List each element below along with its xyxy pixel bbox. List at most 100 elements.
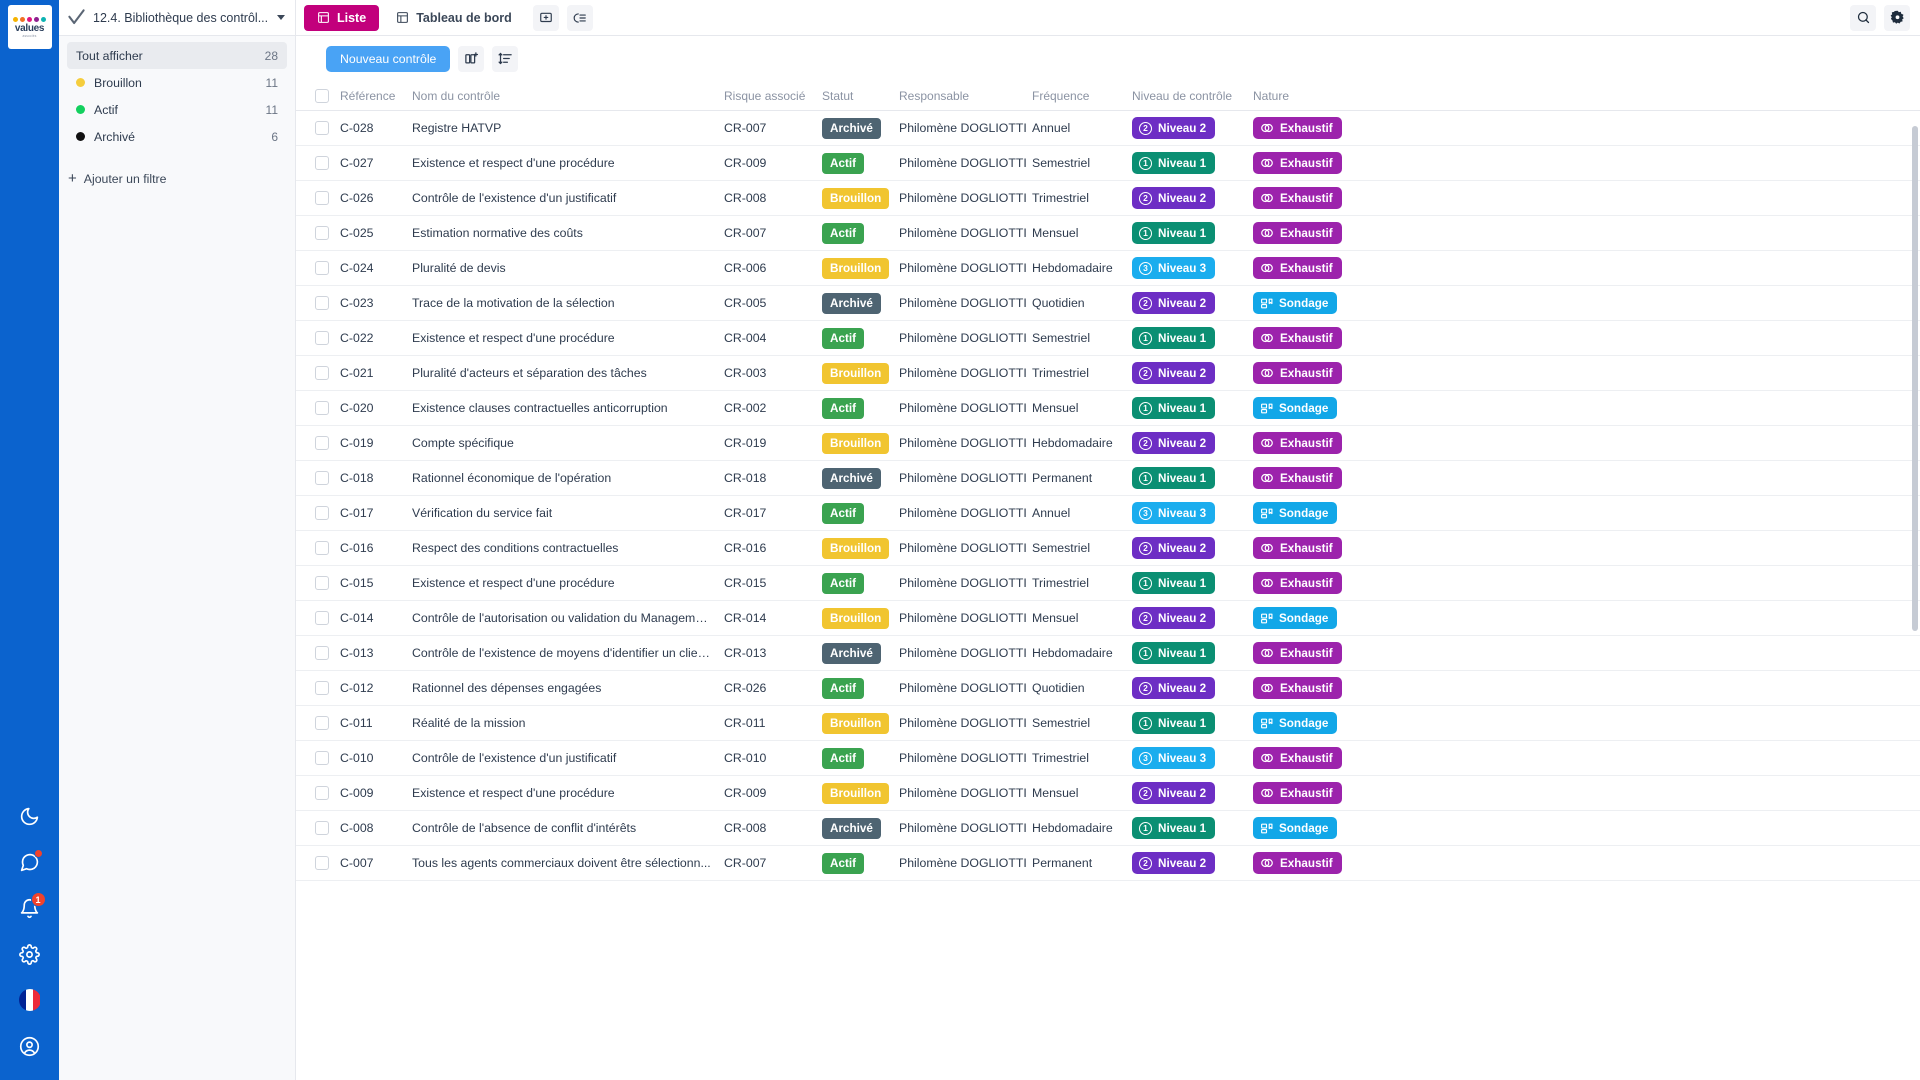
table-row[interactable]: C-015 Existence et respect d'une procédu…	[296, 566, 1920, 601]
table-row[interactable]: C-024 Pluralité de devis CR-006 Brouillo…	[296, 251, 1920, 286]
table-row[interactable]: C-020 Existence clauses contractuelles a…	[296, 391, 1920, 426]
niveau-badge-label: Niveau 1	[1158, 716, 1207, 730]
search-button[interactable]	[1850, 4, 1876, 31]
row-checkbox[interactable]	[315, 576, 329, 590]
column-header-reference[interactable]: Référence	[340, 89, 412, 103]
cell-risque: CR-011	[724, 716, 766, 730]
row-checkbox[interactable]	[315, 121, 329, 135]
niveau-number-icon: 3	[1139, 751, 1152, 765]
row-checkbox[interactable]	[315, 331, 329, 345]
scrollbar-thumb[interactable]	[1912, 126, 1918, 631]
niveau-number-icon: 3	[1139, 261, 1152, 275]
sidebar-item-count: 11	[265, 75, 278, 90]
niveau-badge: 3 Niveau 3	[1132, 257, 1216, 279]
table-row[interactable]: C-025 Estimation normative des coûts CR-…	[296, 216, 1920, 251]
notifications-button[interactable]: 1	[10, 888, 50, 928]
sidebar-item-label: Archivé	[94, 129, 136, 144]
table-row[interactable]: C-008 Contrôle de l'absence de conflit d…	[296, 811, 1920, 846]
cell-responsable: Philomène DOGLIOTTI	[899, 856, 1027, 870]
row-checkbox[interactable]	[315, 156, 329, 170]
column-header-frequence[interactable]: Fréquence	[1032, 89, 1132, 103]
row-checkbox[interactable]	[315, 436, 329, 450]
row-checkbox[interactable]	[315, 786, 329, 800]
column-header-niveau[interactable]: Niveau de contrôle	[1132, 89, 1253, 103]
app-logo[interactable]: values associés	[7, 5, 52, 49]
cell-risque: CR-009	[724, 156, 767, 170]
messages-button[interactable]	[10, 842, 50, 882]
account-button[interactable]	[10, 1026, 50, 1066]
cell-reference: C-024	[340, 261, 374, 275]
logo-wordmark: values	[14, 22, 45, 34]
cell-nom: Pluralité d'acteurs et séparation des tâ…	[412, 366, 647, 380]
cell-nom: Contrôle de l'existence d'un justificati…	[412, 191, 617, 205]
row-checkbox[interactable]	[315, 716, 329, 730]
row-checkbox[interactable]	[315, 506, 329, 520]
column-header-risque[interactable]: Risque associé	[724, 89, 822, 103]
cell-nom: Existence et respect d'une procédure	[412, 331, 615, 345]
table-row[interactable]: C-021 Pluralité d'acteurs et séparation …	[296, 356, 1920, 391]
table-scrollbar[interactable]	[1912, 81, 1918, 1080]
sidebar-item-tout-afficher[interactable]: Tout afficher 28	[67, 42, 287, 69]
select-all-checkbox[interactable]	[315, 88, 329, 103]
column-header-nom[interactable]: Nom du contrôle	[412, 89, 724, 103]
table-row[interactable]: C-007 Tous les agents commerciaux doiven…	[296, 846, 1920, 881]
row-checkbox[interactable]	[315, 471, 329, 485]
collapse-rows-button[interactable]	[566, 4, 593, 31]
table-row[interactable]: C-023 Trace de la motivation de la sélec…	[296, 286, 1920, 321]
row-checkbox[interactable]	[315, 751, 329, 765]
add-column-button[interactable]	[458, 45, 485, 72]
table-row[interactable]: C-022 Existence et respect d'une procédu…	[296, 321, 1920, 356]
new-control-button[interactable]: Nouveau contrôle	[326, 45, 451, 72]
add-view-button[interactable]	[532, 4, 559, 31]
row-checkbox[interactable]	[315, 296, 329, 310]
row-checkbox[interactable]	[315, 541, 329, 555]
add-filter-button[interactable]: + Ajouter un filtre	[59, 166, 295, 192]
row-checkbox[interactable]	[315, 261, 329, 275]
column-header-responsable[interactable]: Responsable	[899, 89, 1032, 103]
table-row[interactable]: C-018 Rationnel économique de l'opératio…	[296, 461, 1920, 496]
table-row[interactable]: C-028 Registre HATVP CR-007 Archivé Phil…	[296, 111, 1920, 146]
row-checkbox[interactable]	[315, 191, 329, 205]
settings-button[interactable]	[1884, 4, 1910, 31]
column-header-nature[interactable]: Nature	[1253, 89, 1373, 103]
table-row[interactable]: C-011 Réalité de la mission CR-011 Broui…	[296, 706, 1920, 741]
table-row[interactable]: C-027 Existence et respect d'une procédu…	[296, 146, 1920, 181]
table-row[interactable]: C-014 Contrôle de l'autorisation ou vali…	[296, 601, 1920, 636]
row-checkbox[interactable]	[315, 646, 329, 660]
table-row[interactable]: C-016 Respect des conditions contractuel…	[296, 531, 1920, 566]
table-row[interactable]: C-026 Contrôle de l'existence d'un justi…	[296, 181, 1920, 216]
sort-button[interactable]	[492, 45, 519, 72]
language-button[interactable]	[10, 980, 50, 1020]
cell-nom: Pluralité de devis	[412, 261, 506, 275]
sidebar-item-archiv-[interactable]: Archivé 6	[67, 123, 287, 150]
chevron-down-icon[interactable]	[277, 15, 285, 20]
table-row[interactable]: C-010 Contrôle de l'existence d'un justi…	[296, 741, 1920, 776]
sidebar-item-actif[interactable]: Actif 11	[67, 96, 287, 123]
table-row[interactable]: C-017 Vérification du service fait CR-01…	[296, 496, 1920, 531]
cell-frequence: Semestriel	[1032, 716, 1091, 730]
table-row[interactable]: C-013 Contrôle de l'existence de moyens …	[296, 636, 1920, 671]
table-row[interactable]: C-012 Rationnel des dépenses engagées CR…	[296, 671, 1920, 706]
status-dot-icon	[76, 105, 85, 114]
row-checkbox[interactable]	[315, 856, 329, 870]
sort-icon	[498, 52, 512, 65]
row-checkbox[interactable]	[315, 226, 329, 240]
tab-tableau-de-bord[interactable]: Tableau de bord	[383, 5, 525, 31]
sidebar-item-brouillon[interactable]: Brouillon 11	[67, 69, 287, 96]
row-checkbox[interactable]	[315, 821, 329, 835]
row-checkbox[interactable]	[315, 401, 329, 415]
cell-responsable: Philomène DOGLIOTTI	[899, 681, 1027, 695]
column-header-statut[interactable]: Statut	[822, 89, 899, 103]
row-checkbox[interactable]	[315, 681, 329, 695]
cell-responsable: Philomène DOGLIOTTI	[899, 576, 1027, 590]
dark-mode-toggle[interactable]	[10, 796, 50, 836]
table-row[interactable]: C-019 Compte spécifique CR-019 Brouillon…	[296, 426, 1920, 461]
niveau-badge: 1 Niveau 1	[1132, 152, 1216, 174]
tab-liste[interactable]: Liste	[304, 4, 380, 31]
sidebar-header: 12.4. Bibliothèque des contrôl...	[59, 0, 295, 36]
table-row[interactable]: C-009 Existence et respect d'une procédu…	[296, 776, 1920, 811]
row-checkbox[interactable]	[315, 611, 329, 625]
status-badge: Actif	[822, 677, 864, 699]
rail-settings-button[interactable]	[10, 934, 50, 974]
row-checkbox[interactable]	[315, 366, 329, 380]
